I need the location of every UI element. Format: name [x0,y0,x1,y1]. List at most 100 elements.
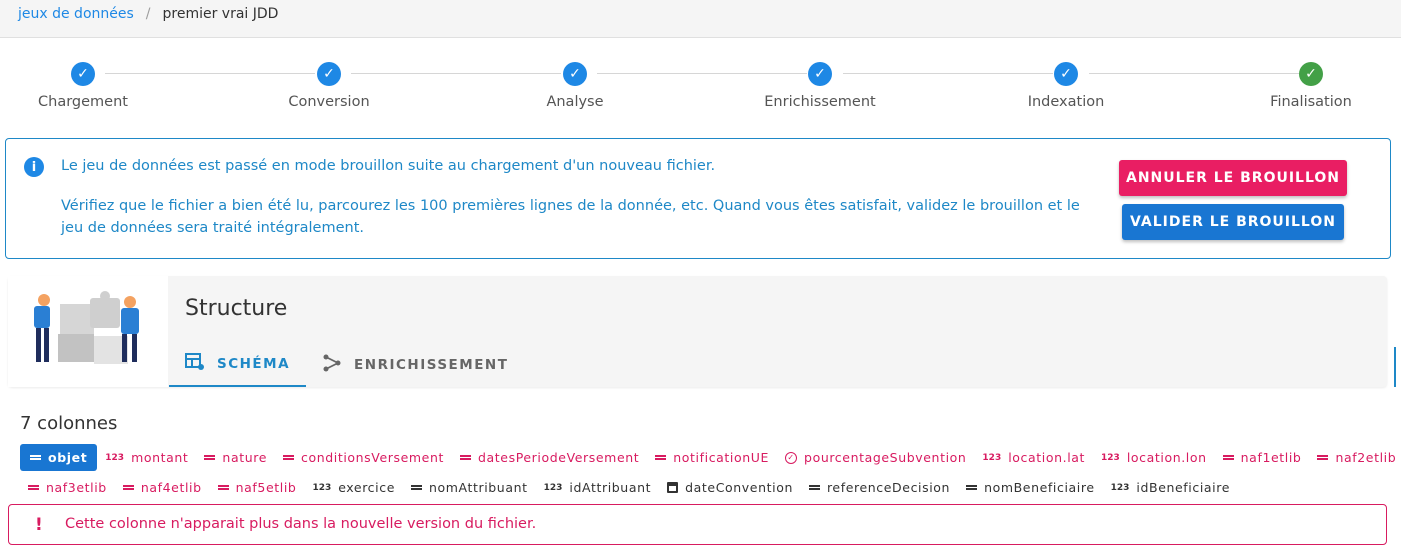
text-icon [655,455,667,460]
cancel-draft-button[interactable]: ANNULER LE BROUILLON [1119,160,1347,196]
column-name: naf4etlib [140,480,202,495]
structure-title: Structure [185,296,288,321]
number-icon: 123 [1101,452,1120,463]
column-chip-naf4etlib[interactable]: naf4etlib [115,474,210,501]
structure-tabs: SCHÉMA ENRICHISSEMENT [169,342,524,387]
column-chip-nature[interactable]: nature [196,444,275,471]
step-label: Analyse [546,94,604,110]
column-chip-pourcentagesubvention[interactable]: ✓ pourcentageSubvention [777,444,974,471]
column-removed-message: Cette colonne n'apparait plus dans la no… [65,516,537,532]
column-name: dateConvention [685,480,793,495]
text-icon [410,485,422,490]
column-chip-datesperiodeversement[interactable]: datesPeriodeVersement [452,444,647,471]
step-label: Finalisation [1270,94,1352,110]
text-icon [1317,455,1329,460]
text-icon [28,485,39,490]
column-chip-naf3etlib[interactable]: naf3etlib [20,474,115,501]
column-chip-naf5etlib[interactable]: naf5etlib [210,474,305,501]
breadcrumb-current: premier vrai JDD [162,6,279,22]
step-label: Enrichissement [764,94,876,110]
text-icon [966,485,978,490]
column-name: montant [131,450,189,465]
check-icon: ✓ [563,62,587,86]
column-chip-montant[interactable]: 123 montant [97,444,196,471]
column-name: nomBeneficiaire [984,480,1095,495]
column-name: conditionsVersement [300,450,444,465]
step-conversion: ✓ Conversion [249,62,409,110]
number-icon: 123 [312,482,332,493]
column-chip-location-lat[interactable]: 123 location.lat [974,444,1093,471]
step-indexation: ✓ Indexation [986,62,1146,110]
column-chip-naf2etlib[interactable]: naf2etlib [1309,444,1401,471]
column-chip-referencedecision[interactable]: referenceDecision [801,474,958,501]
column-removed-alert: ! Cette colonne n'apparait plus dans la … [8,504,1387,545]
number-icon: 123 [543,482,563,493]
text-icon [1222,455,1234,460]
column-name: idAttribuant [569,480,652,495]
column-name: naf3etlib [46,480,107,495]
column-chip-conditionsversement[interactable]: conditionsVersement [275,444,452,471]
column-name: idBeneficiaire [1136,480,1231,495]
column-name: location.lat [1008,450,1086,465]
step-chargement: ✓ Chargement [3,62,163,110]
draft-alert-message: Le jeu de données est passé en mode brou… [61,158,716,174]
step-label: Conversion [288,94,370,110]
check-circle-icon: ✓ [785,451,798,464]
draft-alert-text: Le jeu de données est passé en mode brou… [61,155,1091,239]
column-name: naf2etlib [1335,450,1397,465]
column-name: nomAttribuant [428,480,528,495]
check-icon: ✓ [808,62,832,86]
step-label: Chargement [38,94,128,110]
column-name: exercice [338,480,395,495]
column-name: objet [48,450,88,465]
check-icon: ✓ [1299,62,1323,86]
step-enrichissement: ✓ Enrichissement [740,62,900,110]
column-name: naf1etlib [1240,450,1302,465]
column-chip-nomattribuant[interactable]: nomAttribuant [403,474,536,501]
number-icon: 123 [1110,482,1130,493]
column-chip-notificationue[interactable]: notificationUE [647,444,777,471]
calendar-icon [667,482,679,493]
column-chip-nombeneficiaire[interactable]: nomBeneficiaire [958,474,1103,501]
tab-schema-label: SCHÉMA [217,355,291,372]
text-icon [282,455,294,460]
step-analyse: ✓ Analyse [495,62,655,110]
step-label: Indexation [1027,94,1105,110]
scroll-indicator [1394,347,1396,387]
step-finalisation: ✓ Finalisation [1231,62,1391,110]
breadcrumb: jeux de données / premier vrai JDD [18,6,278,22]
tab-enrichissement-label: ENRICHISSEMENT [354,356,509,373]
column-chip-naf1etlib[interactable]: naf1etlib [1215,444,1310,471]
breadcrumb-datasets-link[interactable]: jeux de données [18,6,134,22]
column-name: naf5etlib [235,480,297,495]
column-chip-exercice[interactable]: 123 exercice [304,474,403,501]
column-chip-dateconvention[interactable]: dateConvention [659,474,801,501]
column-chips-row: objet 123 montant nature conditionsVersem… [20,444,1396,471]
text-icon [460,455,471,460]
graph-icon [322,354,342,376]
column-name: notificationUE [673,450,770,465]
breadcrumb-separator: / [145,6,151,22]
top-bar: jeux de données / premier vrai JDD [0,0,1401,38]
text-icon [30,455,41,460]
text-icon [122,485,134,490]
info-icon: i [24,157,44,177]
number-icon: 123 [982,452,1002,463]
column-name: referenceDecision [826,480,951,495]
tab-schema[interactable]: SCHÉMA [169,342,307,387]
exclamation-icon: ! [35,515,43,535]
puzzle-illustration [8,276,168,387]
check-icon: ✓ [317,62,341,86]
column-name: pourcentageSubvention [804,450,967,465]
column-chip-objet[interactable]: objet [20,444,98,471]
number-icon: 123 [105,452,125,463]
text-icon [204,455,216,460]
structure-card: Structure SCHÉMA ENRICHISSEMENT [8,276,1387,387]
column-chip-location-lon[interactable]: 123 location.lon [1093,444,1215,471]
column-name: nature [222,450,267,465]
column-chip-idattribuant[interactable]: 123 idAttribuant [536,474,660,501]
tab-enrichissement[interactable]: ENRICHISSEMENT [306,342,524,387]
column-chip-idbeneficiaire[interactable]: 123 idBeneficiaire [1103,474,1238,501]
draft-alert-details: Vérifiez que le fichier a bien été lu, p… [61,198,1080,236]
validate-draft-button[interactable]: VALIDER LE BROUILLON [1122,204,1344,240]
